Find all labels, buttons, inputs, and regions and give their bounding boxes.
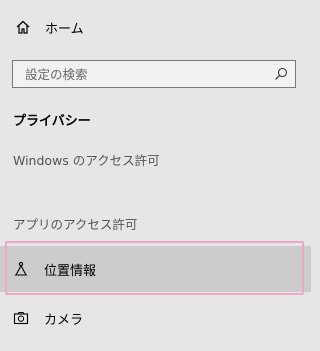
search-input[interactable] bbox=[13, 66, 274, 82]
home-label: ホーム bbox=[45, 21, 84, 37]
sidebar-item-label: カメラ bbox=[44, 312, 84, 328]
app-permission-heading: アプリのアクセス許可 bbox=[13, 217, 138, 232]
home-icon bbox=[16, 20, 30, 34]
sidebar-item-camera[interactable]: カメラ bbox=[0, 303, 311, 333]
section-title: プライバシー bbox=[13, 114, 91, 129]
sidebar-item-label: 位置情報 bbox=[44, 263, 97, 279]
home-nav-item[interactable]: ホーム bbox=[0, 12, 311, 42]
search-box[interactable] bbox=[12, 60, 296, 88]
sidebar-item-location[interactable]: 位置情報 bbox=[0, 246, 311, 292]
windows-permission-heading: Windows のアクセス許可 bbox=[13, 153, 160, 168]
location-icon bbox=[15, 261, 27, 276]
search-icon[interactable] bbox=[274, 67, 288, 81]
camera-icon bbox=[13, 311, 29, 325]
